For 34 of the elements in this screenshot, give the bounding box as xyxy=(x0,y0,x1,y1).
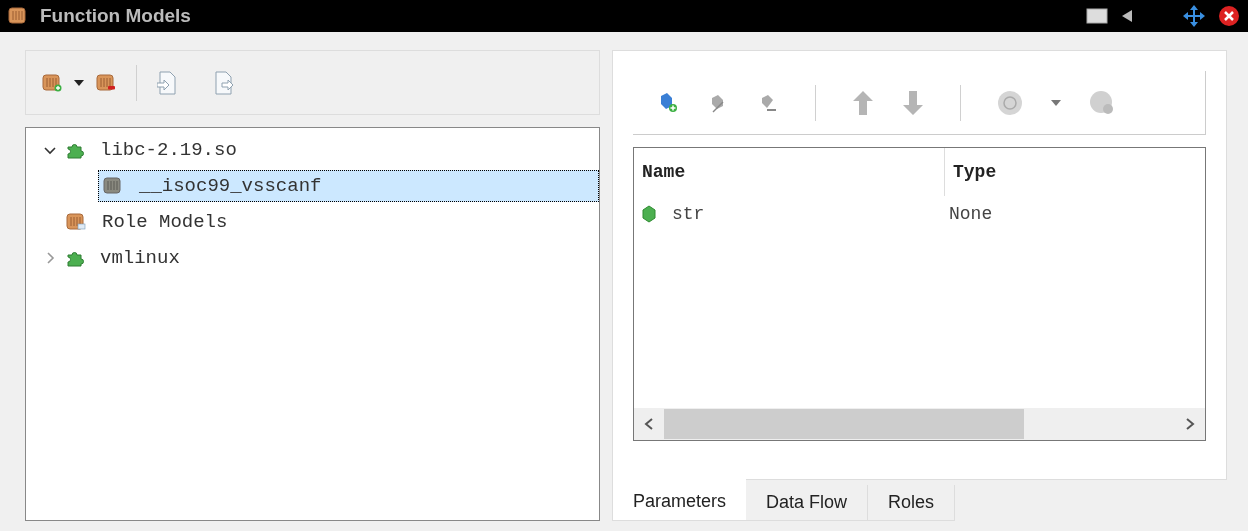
table-cell-text: None xyxy=(948,202,993,226)
crate-icon xyxy=(66,213,86,231)
tab[interactable]: Data Flow xyxy=(746,485,869,521)
back-arrow-icon[interactable] xyxy=(1120,8,1134,24)
column-header[interactable]: Type xyxy=(945,158,997,186)
puzzle-icon xyxy=(66,141,84,159)
window-icon xyxy=(8,7,28,25)
move-icon[interactable] xyxy=(1182,4,1206,28)
window-icon[interactable] xyxy=(1086,7,1108,25)
import-icon[interactable] xyxy=(157,70,177,95)
export-icon[interactable] xyxy=(213,70,233,95)
tree-item[interactable]: Role Models xyxy=(62,206,236,238)
horizontal-scrollbar[interactable] xyxy=(634,408,1205,440)
chevron-down-icon[interactable] xyxy=(44,144,56,156)
tree-item[interactable]: __isoc99_vsscanf xyxy=(98,170,599,202)
remove-crate-icon xyxy=(96,73,116,92)
down-arrow-icon[interactable] xyxy=(902,89,924,116)
puzzle-icon xyxy=(66,249,84,267)
close-icon[interactable] xyxy=(1218,5,1240,27)
table-cell-text: str xyxy=(672,202,705,226)
caret-icon[interactable] xyxy=(74,79,84,86)
crate-icon xyxy=(103,177,123,195)
column-header[interactable]: Name xyxy=(634,148,945,196)
chevron-right-icon[interactable] xyxy=(44,252,56,264)
circle-icon[interactable] xyxy=(997,89,1023,116)
scrollbar-thumb[interactable] xyxy=(664,409,1024,439)
tab[interactable]: Parameters xyxy=(612,479,747,521)
tree-item[interactable]: vmlinux xyxy=(62,242,188,274)
tab[interactable]: Roles xyxy=(868,485,956,521)
up-arrow-icon[interactable] xyxy=(852,89,874,116)
add-crate-icon xyxy=(42,73,62,92)
window-title: Function Models xyxy=(40,3,191,28)
gem-icon xyxy=(642,205,656,223)
tree-item[interactable]: libc-2.19.so xyxy=(62,134,245,166)
